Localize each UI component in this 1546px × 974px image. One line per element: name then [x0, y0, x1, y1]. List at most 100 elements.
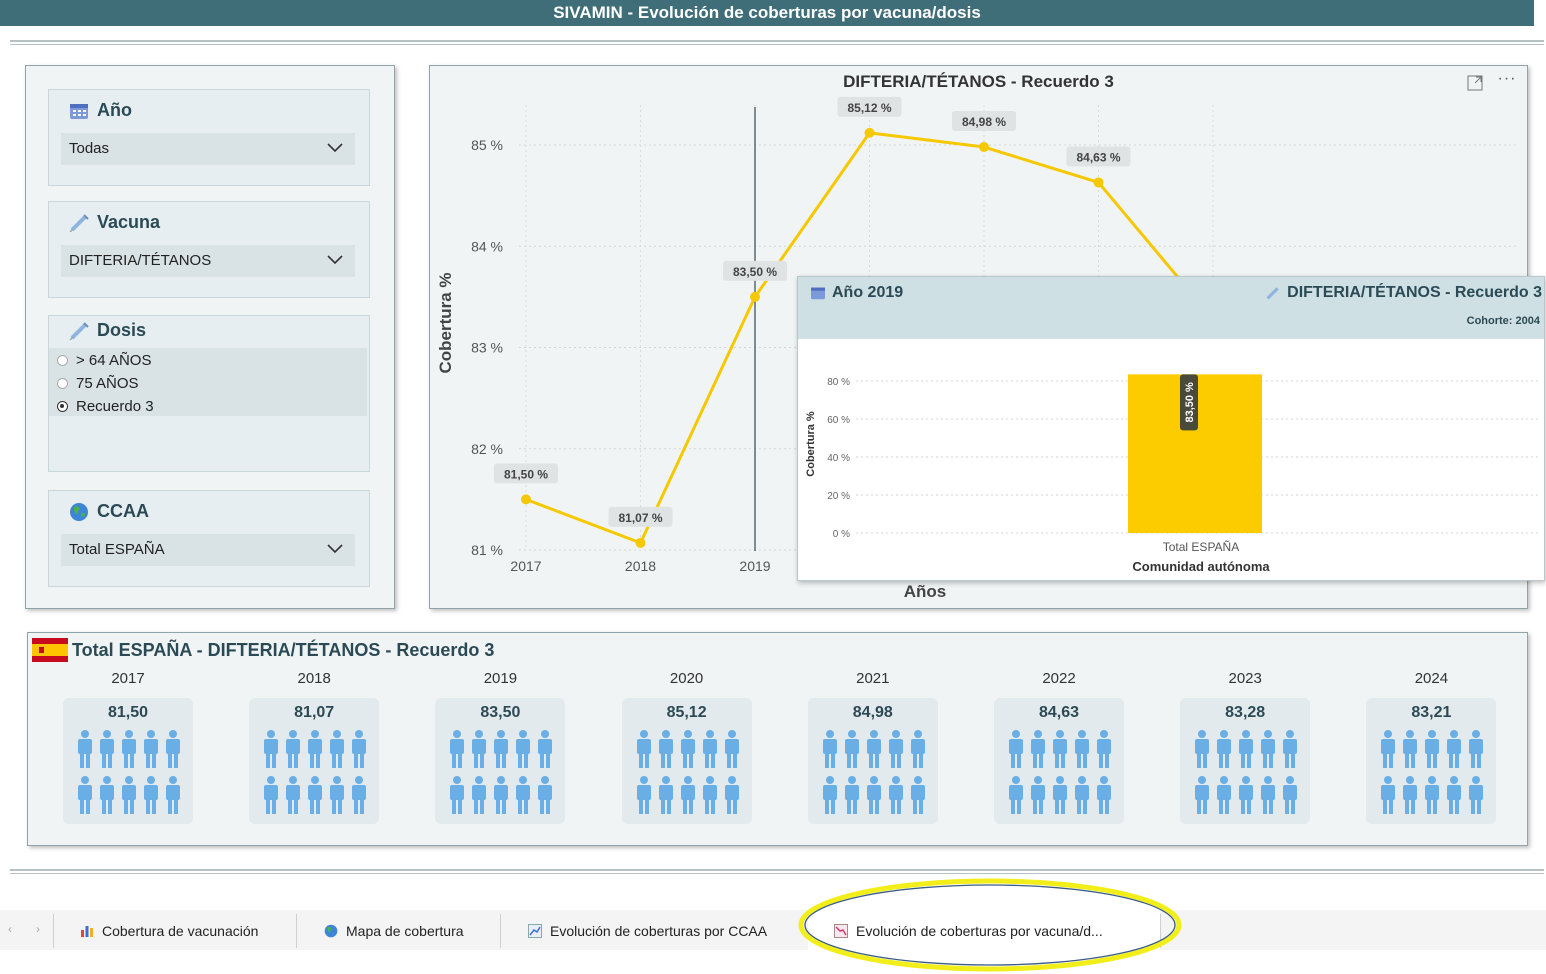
- person-icon: [286, 776, 301, 814]
- region-filter-label: CCAA: [97, 501, 149, 521]
- person-icon: [1403, 776, 1418, 814]
- summary-year-tile: 84,63: [994, 698, 1124, 824]
- person-icon: [1053, 730, 1067, 768]
- x-tick-label: 2018: [625, 558, 656, 574]
- person-icon: [100, 730, 114, 768]
- globe-icon: [70, 502, 88, 521]
- tab-label: Mapa de cobertura: [346, 923, 464, 939]
- dose-option[interactable]: 75 AÑOS: [57, 375, 139, 392]
- vaccine-filter-card: Vacuna DIFTERIA/TÉTANOS: [48, 201, 370, 298]
- tab-scroll-left-icon[interactable]: ‹: [8, 922, 12, 936]
- x-axis-title: Años: [904, 582, 947, 601]
- year-tooltip: Año 2019 DIFTERIA/TÉTANOS - Recuerdo 3 C…: [797, 276, 1545, 581]
- person-icon: [1381, 776, 1396, 814]
- region-dropdown[interactable]: Total ESPAÑA: [61, 534, 355, 566]
- tab-label: Cobertura de vacunación: [102, 923, 259, 939]
- y-axis-title: Cobertura %: [436, 272, 455, 373]
- data-label: 81,50 %: [504, 467, 548, 481]
- tab-evolucion-ccaa[interactable]: Evolución de coberturas por CCAA: [528, 910, 767, 952]
- person-icon: [516, 730, 531, 768]
- person-icon: [264, 730, 279, 768]
- y-tick-label: 82 %: [471, 441, 503, 457]
- radio-button-selected[interactable]: [57, 401, 68, 412]
- line-chart-icon: [528, 924, 542, 938]
- bar-chart: 0 % 20 % 40 % 60 % 80 % 83,50 % Total ESPAÑA Co…: [805, 374, 1538, 574]
- person-icon: [866, 776, 881, 814]
- y-tick-label: 84 %: [471, 238, 503, 254]
- person-icon: [1031, 730, 1045, 768]
- data-label: 84,63 %: [1076, 150, 1120, 164]
- summary-year-value: 84,63: [1038, 704, 1080, 721]
- dose-option-label: Recuerdo 3: [76, 398, 154, 415]
- person-icon: [450, 776, 465, 814]
- person-icon: [1425, 776, 1440, 814]
- y-tick-label: 20 %: [827, 491, 850, 502]
- data-point: [750, 291, 760, 302]
- person-icon: [724, 776, 739, 814]
- person-icon: [658, 776, 673, 814]
- person-icon: [166, 730, 180, 768]
- people-icon-grid: [264, 730, 367, 814]
- header-divider: [10, 40, 1544, 42]
- dose-filter-card: Dosis > 64 AÑOS 75 AÑOS Recuerdo 3: [48, 315, 370, 472]
- person-icon: [538, 776, 553, 814]
- tooltip-year: Año 2019: [832, 284, 904, 301]
- syringe-icon: [69, 213, 89, 232]
- person-icon: [1239, 776, 1254, 814]
- person-icon: [844, 730, 859, 768]
- person-icon: [538, 730, 553, 768]
- filter-panel: Año Todas Vacuna DIFTERIA/TÉTANOS Dosis …: [25, 65, 395, 609]
- summary-year-label: 2020: [669, 670, 704, 687]
- person-icon: [1425, 730, 1440, 768]
- person-icon: [724, 730, 739, 768]
- person-icon: [1075, 776, 1089, 814]
- data-label: 85,12 %: [847, 101, 891, 115]
- syringe-icon: [69, 321, 89, 340]
- person-icon: [1403, 730, 1418, 768]
- tab-cobertura-vacunacion[interactable]: Cobertura de vacunación: [80, 910, 258, 952]
- person-icon: [352, 776, 367, 814]
- footer-divider: [10, 869, 1544, 871]
- person-icon: [308, 730, 323, 768]
- year-filter-card: Año Todas: [48, 89, 370, 186]
- person-icon: [122, 776, 136, 814]
- dose-option[interactable]: > 64 AÑOS: [57, 352, 151, 369]
- y-tick-label: 40 %: [827, 453, 850, 464]
- tab-mapa-cobertura[interactable]: Mapa de cobertura: [324, 910, 464, 952]
- people-icon-grid: [450, 730, 553, 814]
- summary-year-tile: 85,12: [621, 698, 752, 824]
- person-icon: [702, 776, 717, 814]
- person-icon: [1447, 776, 1462, 814]
- tooltip-title: DIFTERIA/TÉTANOS - Recuerdo 3: [1287, 284, 1542, 301]
- vaccine-dropdown[interactable]: DIFTERIA/TÉTANOS: [61, 245, 355, 277]
- radio-button[interactable]: [57, 378, 68, 389]
- dose-filter-label: Dosis: [97, 320, 147, 340]
- people-icon-grid: [78, 730, 180, 814]
- chevron-down-icon: [327, 133, 343, 165]
- tab-scroll-right-icon[interactable]: ›: [36, 922, 40, 936]
- dose-option[interactable]: Recuerdo 3: [57, 398, 154, 415]
- person-icon: [822, 776, 837, 814]
- y-tick-label: 81 %: [471, 542, 503, 558]
- vaccine-filter-label: Vacuna: [97, 212, 161, 232]
- person-icon: [866, 730, 881, 768]
- summary-year-tile: 83,50: [435, 698, 566, 824]
- footer-divider-thin: [10, 873, 1544, 874]
- summary-year-tile: 84,98: [807, 698, 938, 824]
- person-icon: [78, 776, 92, 814]
- y-tick-label: 80 %: [827, 377, 850, 388]
- person-icon: [1217, 730, 1232, 768]
- person-icon: [888, 730, 903, 768]
- person-icon: [1195, 730, 1210, 768]
- radio-button[interactable]: [57, 355, 68, 366]
- person-icon: [1261, 776, 1276, 814]
- person-icon: [472, 776, 487, 814]
- data-point: [864, 127, 875, 138]
- x-tick-label: 2019: [739, 558, 770, 574]
- year-dropdown[interactable]: Todas: [61, 133, 355, 165]
- summary-year-label: 2021: [856, 670, 890, 687]
- dose-option-label: 75 AÑOS: [76, 375, 139, 392]
- data-point: [635, 537, 646, 548]
- data-label: 84,98 %: [962, 115, 1006, 129]
- person-icon: [494, 776, 509, 814]
